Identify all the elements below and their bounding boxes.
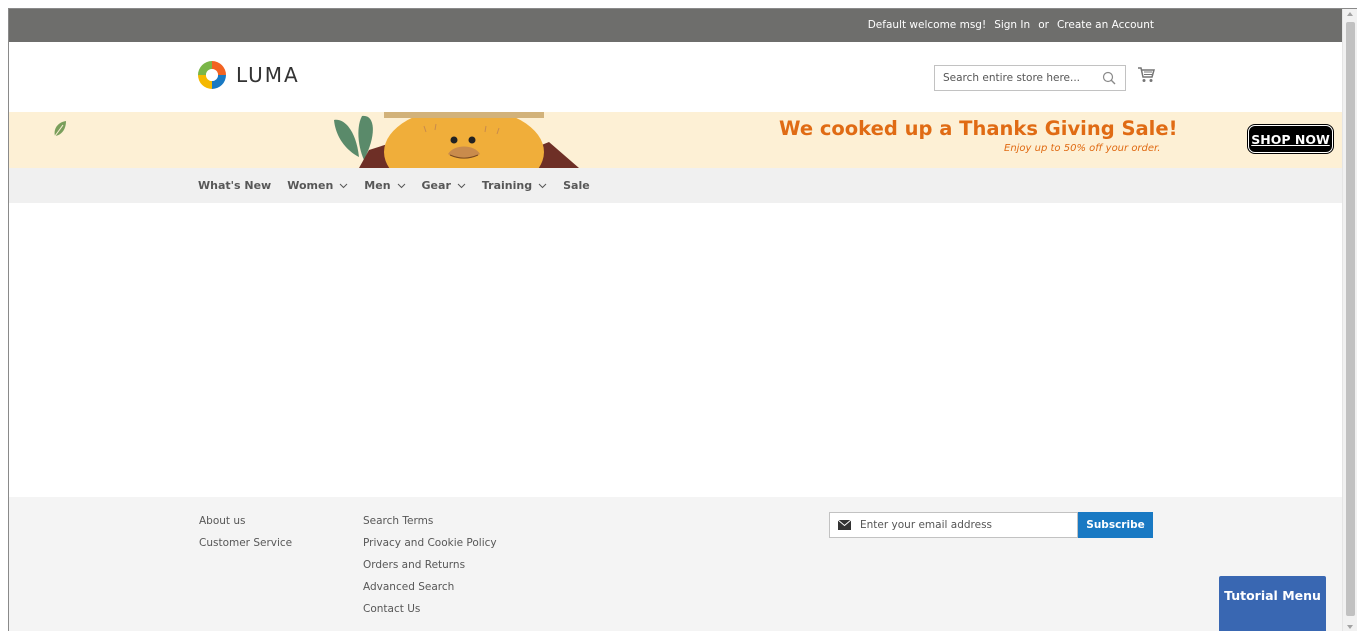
logo-text: LUMA <box>236 63 300 87</box>
chevron-down-icon <box>339 183 348 189</box>
newsletter-email-input[interactable] <box>860 519 1070 531</box>
footer-link-advanced-search[interactable]: Advanced Search <box>363 580 497 595</box>
header-links: Default welcome msg! Sign In or Create a… <box>868 19 1154 31</box>
nav-item-sale[interactable]: Sale <box>563 179 590 192</box>
banner-subline: Enjoy up to 50% off your order. <box>1004 143 1161 154</box>
chevron-down-icon <box>457 183 466 189</box>
cart-icon[interactable] <box>1137 66 1155 84</box>
nav-item-label: Women <box>287 179 334 192</box>
nav-item-training[interactable]: Training <box>482 179 547 192</box>
banner-headline: We cooked up a Thanks Giving Sale! <box>779 117 1178 140</box>
footer-link-orders-returns[interactable]: Orders and Returns <box>363 558 497 573</box>
turkey-illustration <box>334 112 579 168</box>
nav-item-label: Training <box>481 179 533 192</box>
promo-banner[interactable]: We cooked up a Thanks Giving Sale! Enjoy… <box>9 112 1342 168</box>
luma-logo-icon <box>198 61 226 89</box>
logo[interactable]: LUMA <box>197 60 300 90</box>
main-content <box>9 203 1342 497</box>
tutorial-menu-button[interactable]: Tutorial Menu <box>1219 576 1326 631</box>
leaf-icon <box>54 121 66 137</box>
top-bar: Default welcome msg! Sign In or Create a… <box>9 9 1342 42</box>
vertical-scrollbar[interactable] <box>1342 9 1357 631</box>
scrollbar-thumb[interactable] <box>1346 22 1355 616</box>
footer-link-contact-us[interactable]: Contact Us <box>363 602 497 617</box>
footer-link-customer-service[interactable]: Customer Service <box>199 536 292 551</box>
envelope-icon <box>838 520 851 530</box>
nav-item-label: What's New <box>198 179 272 192</box>
subscribe-button[interactable]: Subscribe <box>1078 512 1153 538</box>
or-text: or <box>1038 19 1049 31</box>
nav-item-women[interactable]: Women <box>287 179 348 192</box>
nav-list: What's New Women Men Gear Training Sale <box>198 179 606 192</box>
footer-link-about-us[interactable]: About us <box>199 514 292 529</box>
nav-item-label: Sale <box>563 179 590 192</box>
footer: About us Customer Service Search Terms P… <box>9 497 1342 631</box>
chevron-down-icon <box>397 183 405 189</box>
footer-links-col-2: Search Terms Privacy and Cookie Policy O… <box>363 514 497 617</box>
chevron-down-icon <box>538 183 547 189</box>
nav-item-label: Gear <box>421 179 451 192</box>
footer-link-privacy-policy[interactable]: Privacy and Cookie Policy <box>363 536 497 551</box>
nav-item-men[interactable]: Men <box>364 179 405 192</box>
welcome-message: Default welcome msg! <box>867 19 987 31</box>
newsletter-form: Subscribe <box>829 512 1153 538</box>
nav-item-whats-new[interactable]: What's New <box>198 179 271 192</box>
search-box[interactable] <box>934 65 1126 91</box>
scroll-up-arrow-icon[interactable] <box>1347 12 1353 16</box>
create-account-link[interactable]: Create an Account <box>1057 19 1154 31</box>
sign-in-link[interactable]: Sign In <box>994 19 1030 31</box>
search-icon[interactable] <box>1102 71 1116 85</box>
footer-links-col-1: About us Customer Service <box>199 514 292 551</box>
nav-item-label: Men <box>364 179 391 192</box>
main-navigation: What's New Women Men Gear Training Sale <box>9 168 1342 203</box>
page: Default welcome msg! Sign In or Create a… <box>8 8 1357 631</box>
scroll-down-arrow-icon[interactable] <box>1347 625 1353 629</box>
search-input[interactable] <box>935 66 1095 90</box>
newsletter-field[interactable] <box>829 512 1078 538</box>
footer-link-search-terms[interactable]: Search Terms <box>363 514 497 529</box>
nav-item-gear[interactable]: Gear <box>422 179 466 192</box>
shop-now-button[interactable]: SHOP NOW <box>1248 125 1333 153</box>
header: LUMA <box>9 42 1342 112</box>
